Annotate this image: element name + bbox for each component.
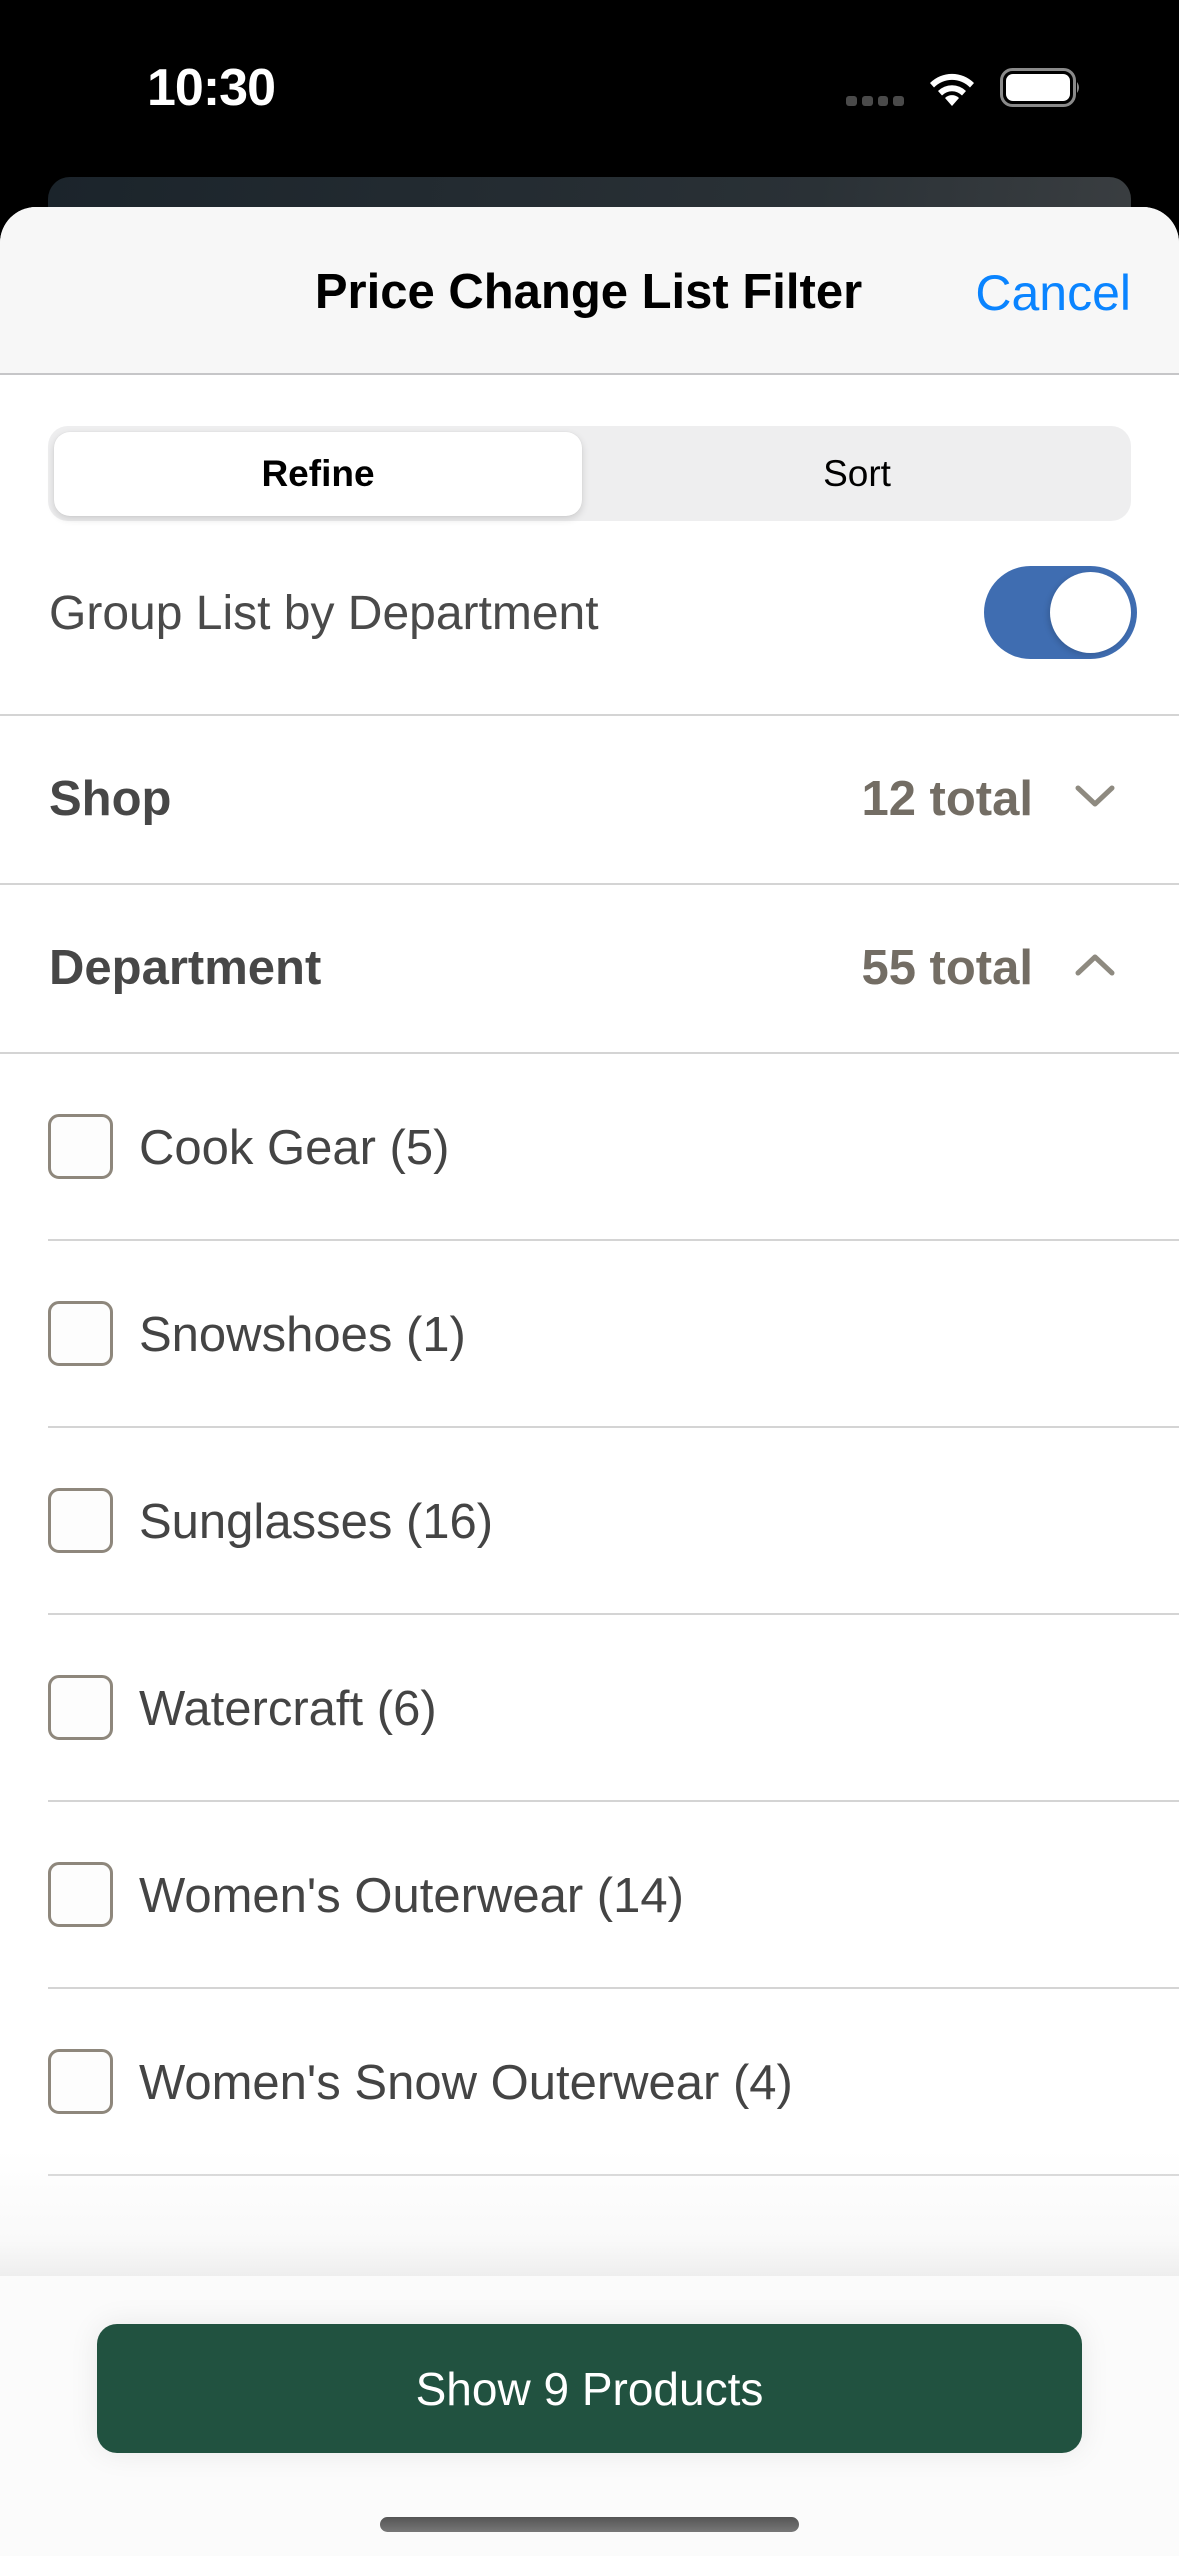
department-item[interactable]: Watercraft (6) — [48, 1615, 1179, 1802]
footer-fade — [0, 2150, 1179, 2280]
shop-filter-total: 12 total — [861, 772, 1033, 826]
nav-bar: Price Change List Filter Cancel — [0, 207, 1179, 375]
chevron-down-icon — [1075, 785, 1115, 807]
group-by-department-row: Group List by Department — [0, 521, 1179, 716]
department-label: Women's Snow Outerwear (4) — [139, 2056, 793, 2110]
department-filter-header[interactable]: Department 55 total — [0, 885, 1179, 1054]
toggle-knob — [1050, 572, 1131, 653]
footer: Show 9 Products — [0, 2276, 1179, 2556]
department-filter-total: 55 total — [861, 941, 1033, 995]
shop-filter-header[interactable]: Shop 12 total — [0, 716, 1179, 885]
group-by-department-toggle[interactable] — [984, 566, 1137, 659]
wifi-icon — [930, 73, 974, 106]
department-filter-title: Department — [49, 941, 322, 995]
department-item[interactable]: Sunglasses (16) — [48, 1428, 1179, 1615]
checkbox[interactable] — [48, 1862, 113, 1927]
department-label: Snowshoes (1) — [139, 1308, 466, 1362]
shop-filter-title: Shop — [49, 772, 172, 826]
department-list: Cook Gear (5) Snowshoes (1) Sunglasses (… — [0, 1054, 1179, 2176]
department-item[interactable]: Women's Outerwear (14) — [48, 1802, 1179, 1989]
status-time: 10:30 — [147, 59, 276, 117]
filter-sheet: Price Change List Filter Cancel Refine S… — [0, 207, 1179, 2556]
show-products-button[interactable]: Show 9 Products — [97, 2324, 1082, 2453]
department-item[interactable]: Snowshoes (1) — [48, 1241, 1179, 1428]
checkbox[interactable] — [48, 1301, 113, 1366]
segmented-control: Refine Sort — [48, 426, 1131, 521]
home-indicator — [380, 2517, 799, 2532]
page-title-text: Price Change List Filter — [314, 265, 863, 319]
department-label: Watercraft (6) — [139, 1682, 437, 1736]
segment-sort[interactable]: Sort — [589, 432, 1125, 516]
battery-icon — [1000, 68, 1079, 107]
department-label: Cook Gear (5) — [139, 1121, 450, 1175]
department-item[interactable]: Cook Gear (5) — [48, 1054, 1179, 1241]
checkbox[interactable] — [48, 1675, 113, 1740]
status-bar: 10:30 — [0, 0, 1179, 160]
chevron-up-icon — [1075, 954, 1115, 976]
checkbox[interactable] — [48, 2049, 113, 2114]
checkbox[interactable] — [48, 1488, 113, 1553]
department-label: Women's Outerwear (14) — [139, 1869, 684, 1923]
department-label: Sunglasses (16) — [139, 1495, 494, 1549]
department-item[interactable]: Women's Snow Outerwear (4) — [48, 1989, 1179, 2176]
cancel-button[interactable]: Cancel — [975, 264, 1131, 322]
signal-dots-icon — [846, 96, 904, 106]
checkbox[interactable] — [48, 1114, 113, 1179]
group-by-department-label: Group List by Department — [49, 587, 599, 640]
segment-refine[interactable]: Refine — [54, 432, 582, 516]
